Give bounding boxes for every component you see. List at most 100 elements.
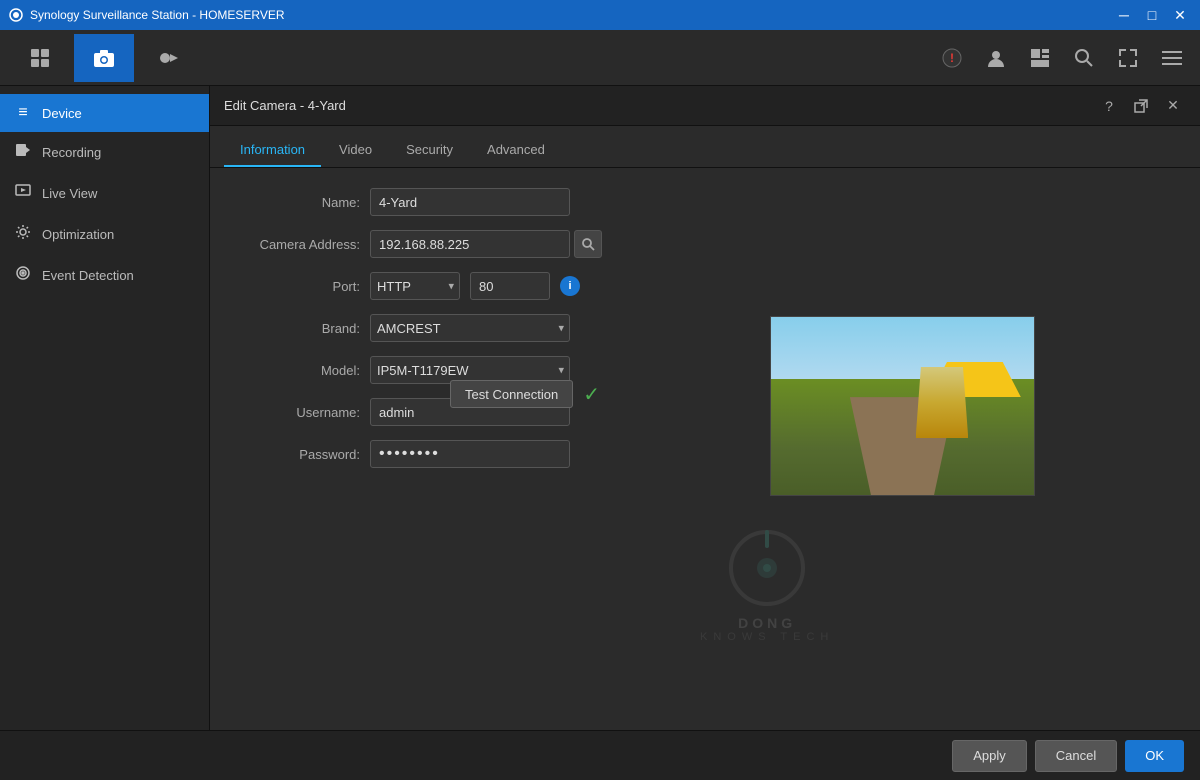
toolbar-overview-button[interactable] (10, 34, 70, 82)
grid-icon (29, 47, 51, 69)
toolbar: ! (0, 30, 1200, 86)
sidebar-item-eventdetection-label: Event Detection (42, 268, 134, 283)
port-number-input[interactable] (470, 272, 550, 300)
cam-canopy (916, 367, 969, 438)
name-row: Name: (230, 188, 1180, 216)
name-label: Name: (230, 195, 360, 210)
connection-success-icon: ✓ (583, 382, 600, 407)
port-row: Port: HTTP HTTPS RTSP i (230, 272, 1180, 300)
layout-button[interactable] (1022, 40, 1058, 76)
password-input[interactable] (370, 440, 570, 468)
brand-row: Brand: AMCREST AXIS HIKVISION DAHUA (230, 314, 1180, 342)
bottom-bar: Apply Cancel OK (0, 730, 1200, 780)
name-input[interactable] (370, 188, 570, 216)
maximize-button[interactable]: □ (1140, 5, 1164, 25)
svg-text:!: ! (950, 51, 954, 65)
person-icon (985, 47, 1007, 69)
record-icon (157, 47, 179, 69)
watermark-text: DONG (700, 615, 834, 631)
username-row: Username: (230, 398, 1180, 426)
toolbar-recording-button[interactable] (138, 34, 198, 82)
ok-button[interactable]: OK (1125, 740, 1184, 772)
tab-information[interactable]: Information (224, 134, 321, 167)
panel-header-controls: ? ✕ (1096, 95, 1186, 117)
address-search-button[interactable] (574, 230, 602, 258)
alert-icon: ! (941, 47, 963, 69)
titlebar-left: Synology Surveillance Station - HOMESERV… (8, 7, 285, 23)
tab-advanced[interactable]: Advanced (471, 134, 561, 167)
address-input[interactable] (370, 230, 570, 258)
close-panel-button[interactable]: ✕ (1160, 95, 1186, 117)
help-button[interactable]: ? (1096, 95, 1122, 117)
titlebar: Synology Surveillance Station - HOMESERV… (0, 0, 1200, 30)
camera-icon (93, 47, 115, 69)
address-label: Camera Address: (230, 237, 360, 252)
tab-information-content: Name: Camera Address: Port: (210, 168, 1200, 780)
sidebar-item-recording-label: Recording (42, 145, 101, 160)
fullscreen-icon (1118, 48, 1138, 68)
toolbar-right: ! (934, 40, 1190, 76)
password-label: Password: (230, 447, 360, 462)
port-label: Port: (230, 279, 360, 294)
password-row: Password: (230, 440, 1180, 468)
alert-button[interactable]: ! (934, 40, 970, 76)
eventdetection-icon (14, 265, 32, 286)
recording-icon (14, 142, 32, 163)
sidebar: ≡ Device Recording Live View Optimizatio… (0, 86, 210, 780)
fullscreen-button[interactable] (1110, 40, 1146, 76)
search-button[interactable] (1066, 40, 1102, 76)
watermark: DONG KNOWS TECH (700, 528, 834, 643)
account-button[interactable] (978, 40, 1014, 76)
toolbar-left (10, 34, 198, 82)
search-icon (1074, 48, 1094, 68)
main-area: ≡ Device Recording Live View Optimizatio… (0, 86, 1200, 780)
panel-title: Edit Camera - 4-Yard (224, 98, 346, 113)
model-row: Model: IP5M-T1179EW (230, 356, 1180, 384)
close-button[interactable]: ✕ (1168, 5, 1192, 25)
panel-header: Edit Camera - 4-Yard ? ✕ (210, 86, 1200, 126)
port-protocol-select[interactable]: HTTP HTTPS RTSP (370, 272, 460, 300)
test-connection-area: Test Connection ✓ (450, 380, 600, 408)
menu-button[interactable] (1154, 40, 1190, 76)
popout-button[interactable] (1128, 95, 1154, 117)
sidebar-item-eventdetection[interactable]: Event Detection (0, 255, 209, 296)
brand-label: Brand: (230, 321, 360, 336)
address-wrapper (370, 230, 602, 258)
device-icon: ≡ (14, 104, 32, 122)
tab-video[interactable]: Video (323, 134, 388, 167)
watermark-logo (727, 528, 807, 608)
toolbar-camera-button[interactable] (74, 34, 134, 82)
username-label: Username: (230, 405, 360, 420)
app-icon (8, 7, 24, 23)
hamburger-icon (1162, 48, 1182, 68)
tab-security[interactable]: Security (390, 134, 469, 167)
port-info-icon[interactable]: i (560, 276, 580, 296)
content-panel: Edit Camera - 4-Yard ? ✕ Information Vid… (210, 86, 1200, 780)
search-small-icon (581, 237, 595, 251)
address-row: Camera Address: (230, 230, 1180, 258)
sidebar-item-recording[interactable]: Recording (0, 132, 209, 173)
port-protocol-wrapper: HTTP HTTPS RTSP (370, 272, 460, 300)
brand-select[interactable]: AMCREST AXIS HIKVISION DAHUA (370, 314, 570, 342)
model-label: Model: (230, 363, 360, 378)
sidebar-item-device-label: Device (42, 106, 82, 121)
titlebar-controls: ─ □ ✕ (1112, 5, 1192, 25)
liveview-icon (14, 183, 32, 204)
sidebar-item-optimization-label: Optimization (42, 227, 114, 242)
apply-button[interactable]: Apply (952, 740, 1027, 772)
brand-wrapper: AMCREST AXIS HIKVISION DAHUA (370, 314, 570, 342)
tab-bar: Information Video Security Advanced (210, 126, 1200, 168)
minimize-button[interactable]: ─ (1112, 5, 1136, 25)
sidebar-item-device[interactable]: ≡ Device (0, 94, 209, 132)
popout-icon (1134, 99, 1148, 113)
layout-icon (1029, 47, 1051, 69)
sidebar-item-liveview-label: Live View (42, 186, 97, 201)
sidebar-item-optimization[interactable]: Optimization (0, 214, 209, 255)
titlebar-title: Synology Surveillance Station - HOMESERV… (30, 8, 285, 22)
sidebar-item-liveview[interactable]: Live View (0, 173, 209, 214)
camera-preview (770, 316, 1035, 496)
camera-image (771, 317, 1034, 495)
cancel-button[interactable]: Cancel (1035, 740, 1117, 772)
optimization-icon (14, 224, 32, 245)
test-connection-button[interactable]: Test Connection (450, 380, 573, 408)
